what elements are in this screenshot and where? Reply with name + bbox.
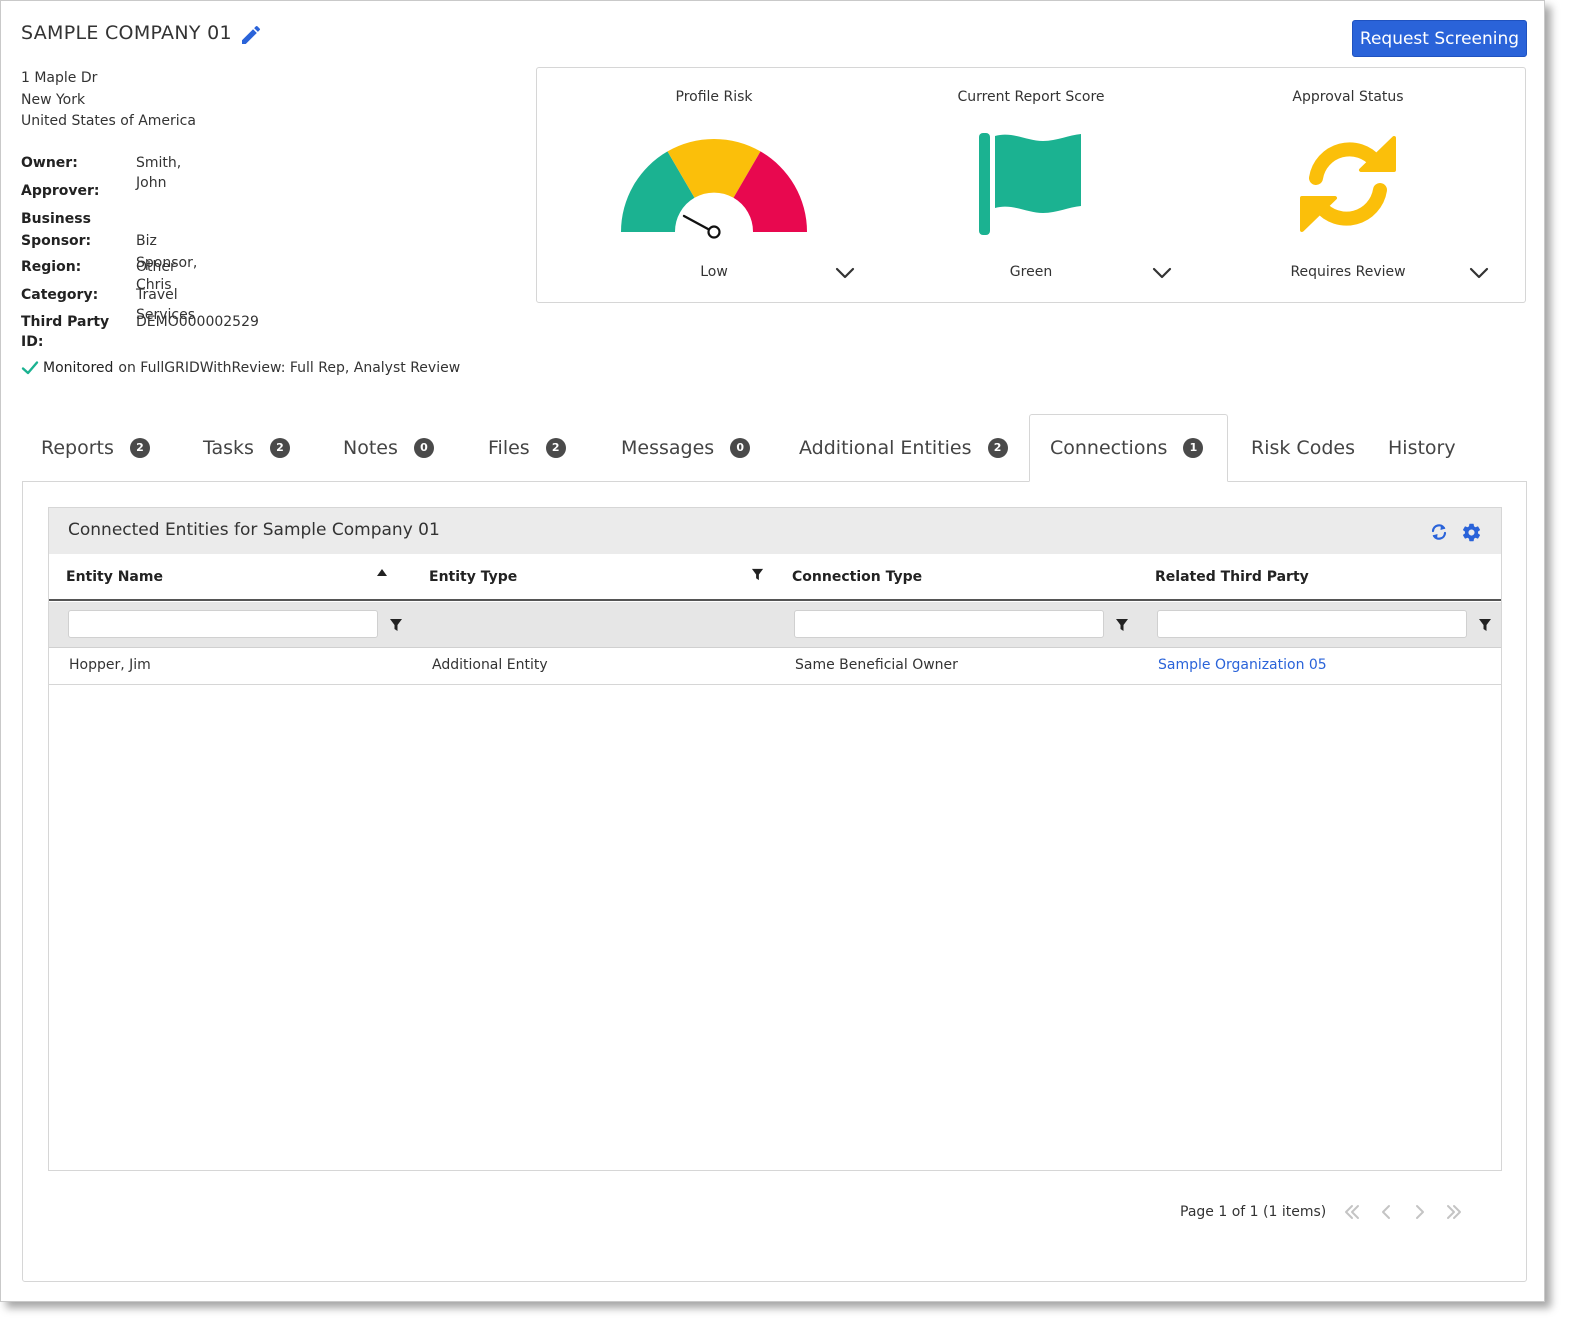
- report-score-value: Green: [1009, 264, 1053, 280]
- tab-count-badge: 2: [129, 438, 150, 458]
- tab-risk-codes[interactable]: Risk Codes: [1251, 414, 1355, 482]
- tab-label: Files: [488, 437, 530, 459]
- tab-count-badge: 2: [269, 438, 290, 458]
- tab-label: Notes: [343, 437, 398, 459]
- column-header-entity-name[interactable]: Entity Name: [66, 569, 163, 585]
- connection-type-cell: Same Beneficial Owner: [795, 657, 958, 673]
- sort-ascending-icon[interactable]: [376, 568, 388, 577]
- tab-count-badge: 0: [413, 438, 434, 458]
- third-party-id-value: DEMO000002529: [136, 314, 259, 331]
- filter-icon[interactable]: [1478, 618, 1492, 632]
- tab-connections[interactable]: Connections 1: [1029, 414, 1228, 482]
- report-score-title: Current Report Score: [957, 89, 1105, 105]
- entity-type-cell: Additional Entity: [432, 657, 548, 673]
- approval-status-value: Requires Review: [1290, 264, 1406, 280]
- column-header-connection-type[interactable]: Connection Type: [792, 569, 922, 585]
- flag-icon: [979, 133, 1081, 235]
- related-third-party-filter-input[interactable]: [1157, 610, 1467, 638]
- connection-type-filter-input[interactable]: [794, 610, 1104, 638]
- monitoring-status: Monitored on FullGRIDWithReview: Full Re…: [21, 359, 460, 377]
- approver-label: Approver:: [21, 182, 100, 199]
- tab-notes[interactable]: Notes 0: [343, 414, 434, 482]
- table-row[interactable]: Hopper, Jim Additional Entity Same Benef…: [49, 648, 1501, 685]
- connections-grid: Connected Entities for Sample Company 01…: [48, 507, 1502, 1171]
- tab-count-badge: 2: [987, 438, 1008, 458]
- tab-content-panel: Connected Entities for Sample Company 01…: [22, 481, 1527, 1282]
- owner-value: Smith, John: [136, 155, 182, 191]
- grid-title: Connected Entities for Sample Company 01: [68, 520, 440, 540]
- checkmark-icon: [21, 361, 39, 375]
- app-window: SAMPLE COMPANY 01 Request Screening 1 Ma…: [0, 0, 1545, 1302]
- tab-count-badge: 0: [730, 438, 751, 458]
- sync-arrows-icon: [1300, 136, 1396, 232]
- profile-risk-card: Profile Risk Low: [549, 68, 879, 302]
- grid-header-row: Entity Name Entity Type Connection Type …: [49, 554, 1501, 601]
- monitored-label: Monitored: [43, 360, 114, 376]
- tab-messages[interactable]: Messages 0: [621, 414, 751, 482]
- sponsor-label-line-1: Business: [21, 211, 91, 228]
- risk-gauge-icon: [621, 138, 807, 239]
- column-header-entity-type[interactable]: Entity Type: [429, 569, 517, 585]
- pager-info: Page 1 of 1 (1 items): [1180, 1204, 1327, 1220]
- sponsor-label-line-2: Sponsor:: [21, 233, 92, 250]
- tab-tasks[interactable]: Tasks 2: [203, 414, 290, 482]
- third-party-id-label: Third Party ID:: [21, 314, 110, 351]
- chevron-down-icon[interactable]: [834, 265, 856, 281]
- filter-icon[interactable]: [751, 568, 764, 581]
- tab-reports[interactable]: Reports 2: [41, 414, 150, 482]
- company-address: 1 Maple Dr New York United States of Ame…: [21, 68, 196, 133]
- grid-filter-row: [49, 602, 1501, 648]
- tab-files[interactable]: Files 2: [488, 414, 566, 482]
- gear-icon[interactable]: [1461, 522, 1482, 543]
- address-line-2: New York: [21, 91, 86, 108]
- related-third-party-link[interactable]: Sample Organization 05: [1158, 657, 1327, 673]
- tab-history[interactable]: History: [1388, 414, 1456, 482]
- tab-label: Risk Codes: [1251, 437, 1355, 459]
- entity-name-cell: Hopper, Jim: [69, 657, 151, 673]
- first-page-icon[interactable]: [1341, 1202, 1363, 1222]
- region-label: Region:: [21, 259, 82, 276]
- filter-icon[interactable]: [389, 618, 403, 632]
- filter-icon[interactable]: [1115, 618, 1129, 632]
- tab-label: Additional Entities: [799, 437, 972, 459]
- monitoring-detail: on FullGRIDWithReview: Full Rep, Analyst…: [118, 360, 461, 376]
- tab-label: History: [1388, 437, 1456, 459]
- tab-label: Reports: [41, 437, 114, 459]
- tab-bar: Reports 2 Tasks 2 Notes 0 Files 2 Messag…: [21, 414, 1526, 482]
- entity-name-filter-input[interactable]: [68, 610, 378, 638]
- column-header-related-third-party[interactable]: Related Third Party: [1155, 569, 1309, 585]
- next-page-icon[interactable]: [1409, 1202, 1431, 1222]
- previous-page-icon[interactable]: [1375, 1202, 1397, 1222]
- tab-label: Messages: [621, 437, 715, 459]
- last-page-icon[interactable]: [1443, 1202, 1465, 1222]
- tab-label: Tasks: [203, 437, 254, 459]
- address-line-3: United States of America: [21, 113, 196, 129]
- category-label: Category:: [21, 286, 99, 303]
- tab-label: Connections: [1050, 437, 1168, 459]
- tab-additional-entities[interactable]: Additional Entities 2: [799, 414, 1008, 482]
- report-score-card: Current Report Score Green: [866, 68, 1196, 302]
- owner-label: Owner:: [21, 155, 78, 171]
- chevron-down-icon[interactable]: [1468, 265, 1490, 281]
- chevron-down-icon[interactable]: [1151, 265, 1173, 281]
- business-sponsor-label: Business Sponsor:: [21, 208, 133, 252]
- company-title: SAMPLE COMPANY 01: [21, 22, 232, 44]
- address-line-1: 1 Maple Dr: [21, 70, 98, 86]
- score-panel: Profile Risk Low Current Report Score Gr…: [536, 67, 1526, 303]
- grid-title-bar: Connected Entities for Sample Company 01: [49, 508, 1501, 554]
- tab-count-badge: 1: [1183, 438, 1204, 458]
- approval-status-card: Approval Status Requires Review: [1183, 68, 1513, 302]
- edit-pencil-icon[interactable]: [239, 23, 263, 47]
- profile-risk-title: Profile Risk: [675, 89, 753, 105]
- tab-count-badge: 2: [545, 438, 566, 458]
- profile-risk-value: Low: [700, 264, 728, 280]
- request-screening-button[interactable]: Request Screening: [1352, 20, 1527, 57]
- approval-status-title: Approval Status: [1292, 89, 1404, 105]
- region-value: Other: [136, 259, 176, 276]
- refresh-icon[interactable]: [1430, 523, 1448, 541]
